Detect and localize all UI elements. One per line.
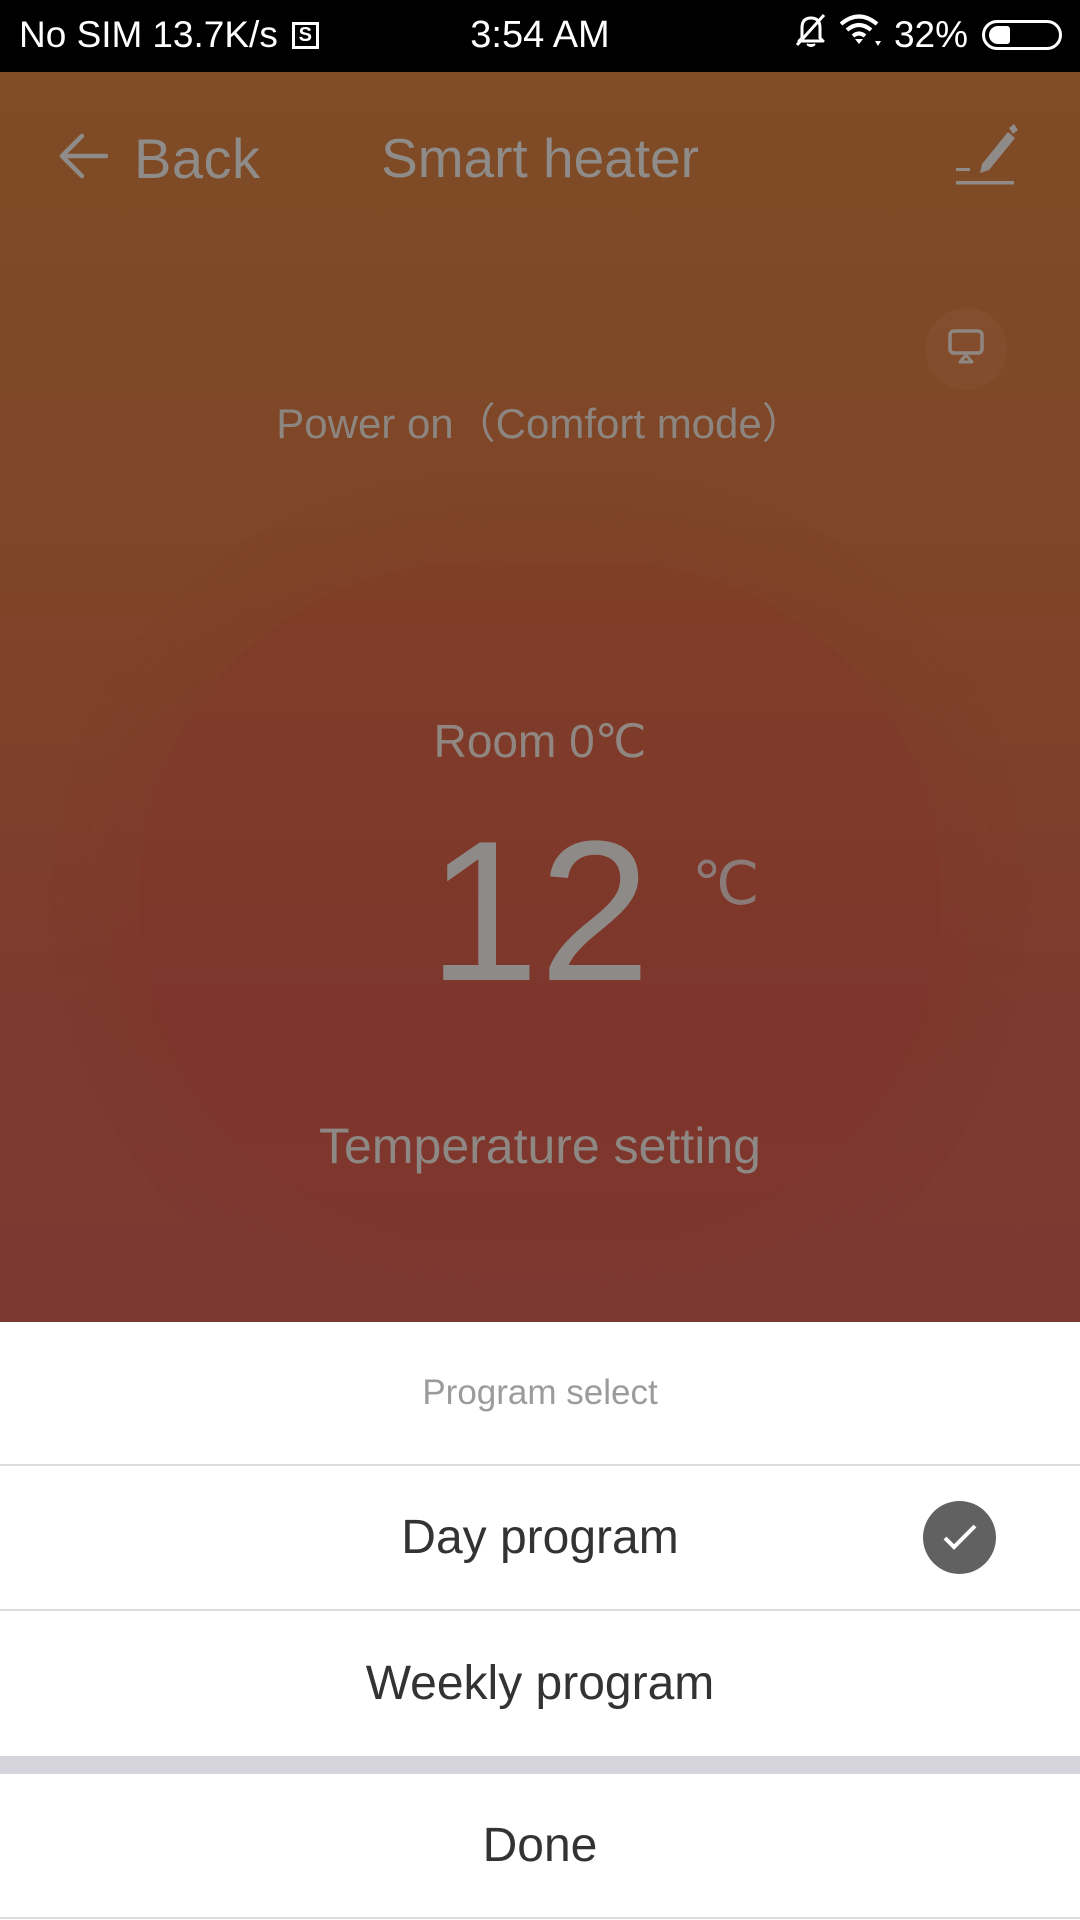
pencil-edit-icon (952, 124, 1018, 192)
sheet-separator (0, 1756, 1080, 1774)
temperature-setting-label: Temperature setting (319, 1118, 761, 1174)
option-weekly-program[interactable]: Weekly program (0, 1611, 1080, 1756)
program-select-sheet: Program select Day program Weekly progra… (0, 1322, 1080, 1920)
battery-icon (982, 19, 1062, 50)
status-bar-right: 32% (794, 12, 1062, 57)
monitor-icon (947, 328, 985, 371)
wifi-icon (838, 13, 884, 56)
status-bar: No SIM 13.7K/s S 3:54 AM 32% (0, 0, 1080, 72)
battery-percent-text: 32% (893, 13, 968, 55)
option-label: Day program (401, 1511, 679, 1564)
option-label: Weekly program (365, 1657, 715, 1710)
edit-button[interactable] (952, 122, 1018, 188)
set-temperature-value: 12 (428, 800, 651, 1023)
checkmark-circle-icon (923, 1500, 996, 1574)
done-button[interactable]: Done (0, 1774, 1080, 1919)
battery-level-fill (989, 25, 1010, 44)
room-temperature: Room 0℃ (433, 715, 647, 767)
power-status-text: Power on（Comfort mode） (276, 400, 804, 447)
nav-bar: Back Smart heater (0, 72, 1080, 247)
app-background-dimmed: Back Smart heater Power on（Comfort mode）… (0, 72, 1080, 1322)
set-temperature-display: 12 ℃ (0, 807, 1080, 1017)
display-toggle-button[interactable] (925, 308, 1007, 390)
set-temperature-unit: ℃ (692, 850, 760, 917)
sheet-title: Program select (0, 1322, 1080, 1466)
bell-muted-icon (794, 12, 828, 57)
option-day-program[interactable]: Day program (0, 1466, 1080, 1611)
page-title: Smart heater (381, 127, 699, 189)
